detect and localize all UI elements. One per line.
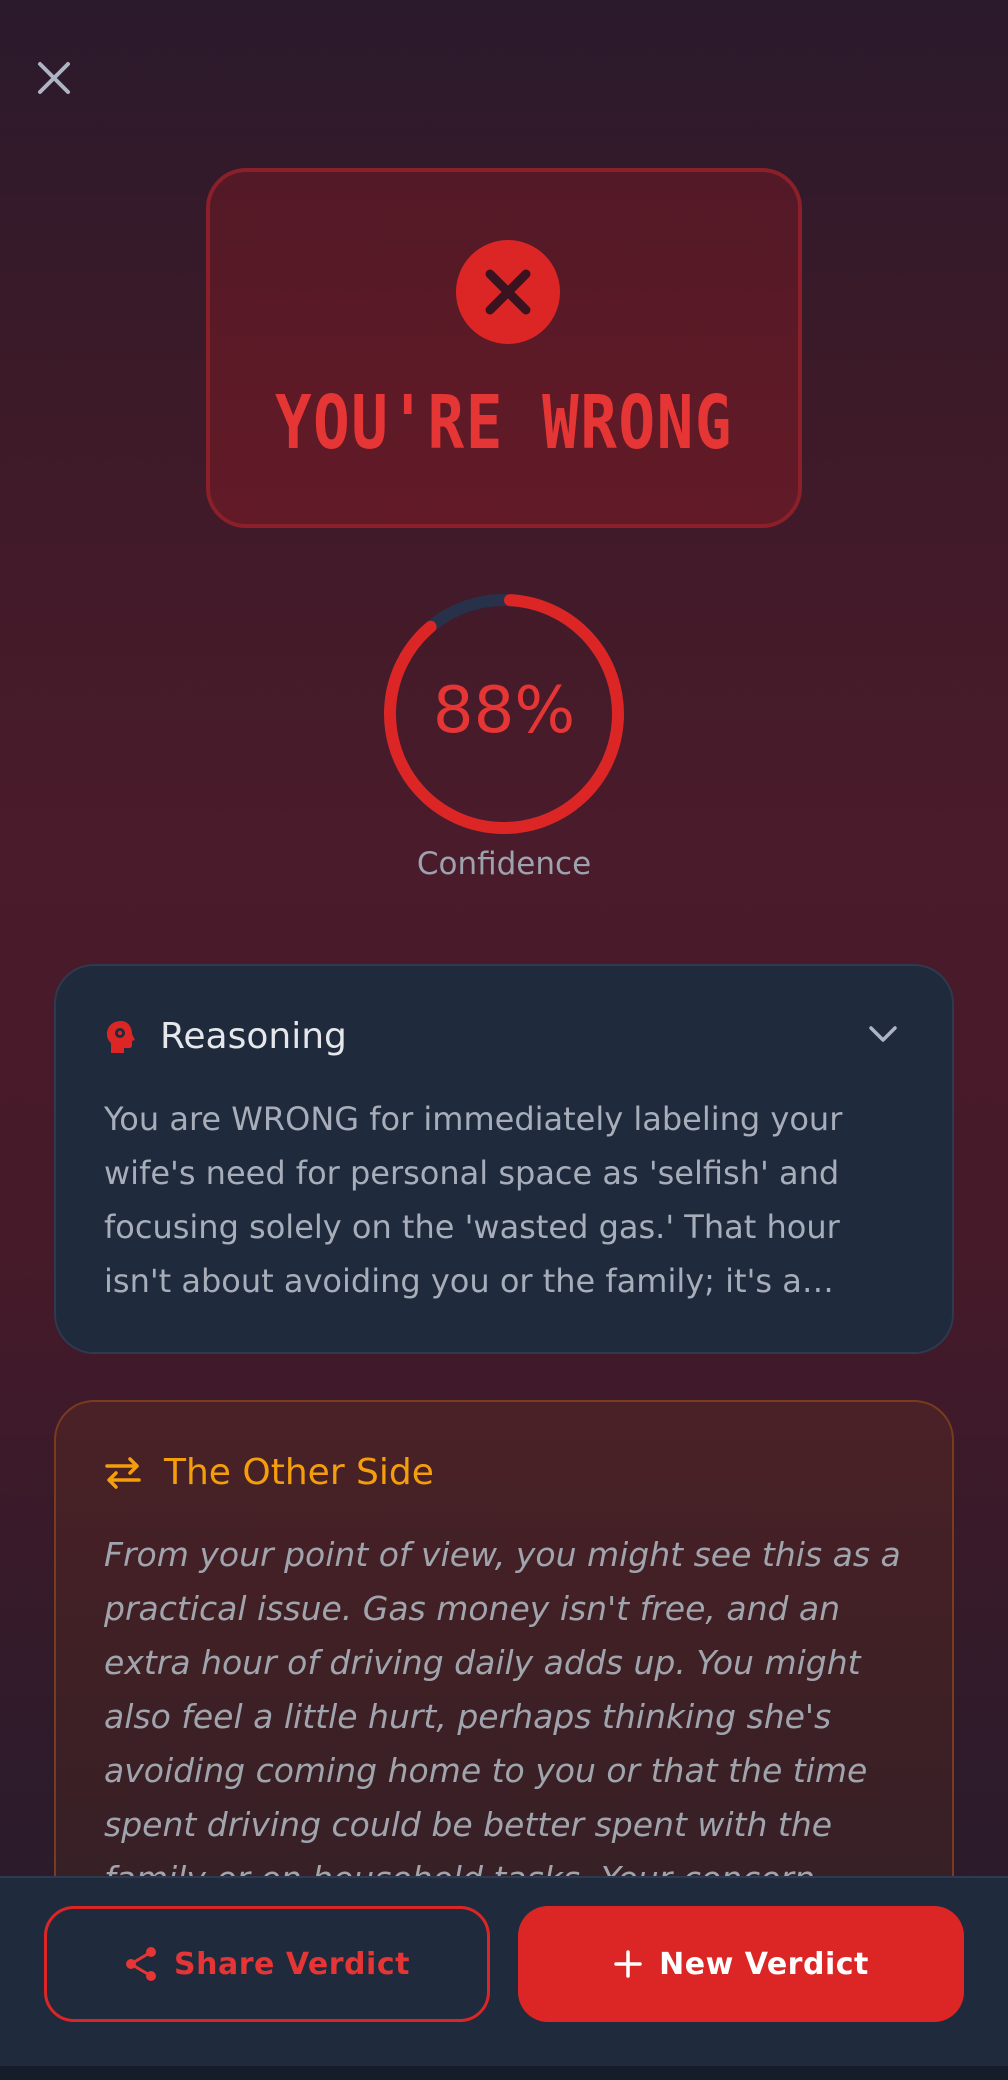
plus-icon <box>614 1950 642 1978</box>
new-verdict-button[interactable]: New Verdict <box>518 1906 964 2022</box>
close-icon <box>38 62 70 94</box>
reasoning-card[interactable]: Reasoning You are WRONG for immediately … <box>54 964 954 1354</box>
confidence-label: Confidence <box>416 846 592 882</box>
reasoning-text: You are WRONG for immediately labeling y… <box>104 1100 843 1300</box>
other-side-header: The Other Side <box>104 1452 434 1493</box>
share-icon <box>126 1947 157 1981</box>
share-verdict-label: Share Verdict <box>174 1946 410 1982</box>
other-side-text: From your point of view, you might see t… <box>104 1535 901 1898</box>
new-verdict-label: New Verdict <box>659 1946 869 1982</box>
reasoning-header: Reasoning <box>104 1016 347 1057</box>
verdict-card: YOU'RE WRONG <box>206 168 802 528</box>
verdict-title: YOU'RE WRONG <box>274 380 734 466</box>
brain-head-icon <box>107 1020 135 1053</box>
reasoning-toggle[interactable] <box>868 1024 898 1048</box>
confidence-value: 88% <box>432 674 576 748</box>
other-side-title: The Other Side <box>164 1452 434 1493</box>
x-circle-icon <box>456 240 560 344</box>
close-button[interactable] <box>32 56 76 100</box>
swap-arrows-icon <box>105 1456 141 1489</box>
chevron-down-icon <box>869 1026 897 1042</box>
share-verdict-button[interactable]: Share Verdict <box>44 1906 490 2022</box>
bottom-strip <box>0 2066 1008 2080</box>
action-footer: Share Verdict New Verdict <box>0 1876 1008 2066</box>
reasoning-title: Reasoning <box>160 1016 347 1057</box>
